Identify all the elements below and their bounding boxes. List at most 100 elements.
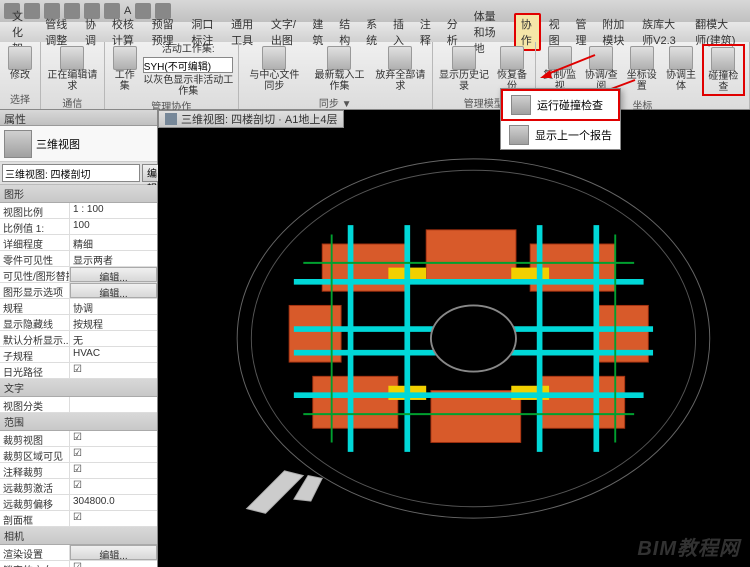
props-section-header[interactable]: 图形 — [0, 185, 157, 203]
props-row[interactable]: 零件可见性显示两者 — [0, 251, 157, 267]
props-key: 显示隐藏线 — [0, 315, 70, 330]
model-svg — [188, 140, 740, 537]
props-row[interactable]: 锁定的方向 — [0, 561, 157, 567]
ribbon-btn-label: 正在编辑请求 — [47, 70, 98, 92]
props-row[interactable]: 远裁剪偏移304800.0 — [0, 495, 157, 511]
props-value[interactable]: 显示两者 — [70, 251, 157, 266]
props-row[interactable]: 可见性/图形替换编辑... — [0, 267, 157, 283]
props-value[interactable]: 无 — [70, 331, 157, 346]
ribbon-group-2: 工作集活动工作集:以灰色显示非活动工作集管理协作 — [105, 42, 239, 109]
props-key: 渲染设置 — [0, 545, 70, 560]
props-value[interactable] — [70, 479, 157, 494]
dropdown-show-report[interactable]: 显示上一个报告 — [501, 121, 620, 149]
props-value[interactable]: 编辑... — [70, 545, 157, 560]
props-value[interactable] — [70, 463, 157, 478]
dropdown-run-collision[interactable]: 运行碰撞检查 — [501, 89, 620, 121]
props-row[interactable]: 裁剪视图 — [0, 431, 157, 447]
ribbon-icon-3-1 — [327, 46, 351, 70]
dropdown-label: 运行碰撞检查 — [537, 97, 603, 113]
props-section-header[interactable]: 范围 — [0, 413, 157, 431]
properties-list[interactable]: 图形视图比例1 : 100比例值 1:100详细程度精细零件可见性显示两者可见性… — [0, 185, 157, 567]
gray-inactive[interactable]: 以灰色显示非活动工作集 — [143, 75, 234, 97]
ribbon-icon-3-2 — [388, 46, 412, 70]
properties-type-selector[interactable]: 三维视图 — [0, 126, 157, 162]
props-section-header[interactable]: 相机 — [0, 527, 157, 545]
group-label: 同步 ▼ — [319, 94, 352, 111]
props-row[interactable]: 比例值 1:100 — [0, 219, 157, 235]
collision-run-icon — [511, 95, 531, 115]
props-value[interactable]: 编辑... — [70, 283, 157, 298]
type-label: 三维视图 — [36, 136, 80, 152]
instance-select[interactable] — [2, 164, 140, 182]
dropdown-label: 显示上一个报告 — [535, 127, 612, 143]
props-value[interactable]: 协调 — [70, 299, 157, 314]
props-row[interactable]: 显示隐藏线按规程 — [0, 315, 157, 331]
props-key: 比例值 1: — [0, 219, 70, 234]
ribbon-btn-4-0[interactable]: 显示历史记录 — [437, 44, 492, 94]
ribbon-icon-4-0 — [452, 46, 476, 70]
props-key: 视图比例 — [0, 203, 70, 218]
props-row[interactable]: 视图比例1 : 100 — [0, 203, 157, 219]
props-value[interactable] — [70, 397, 157, 412]
model-canvas[interactable] — [188, 140, 740, 537]
props-row[interactable]: 日光路径 — [0, 363, 157, 379]
collision-dropdown: 运行碰撞检查 显示上一个报告 — [500, 88, 621, 150]
props-key: 默认分析显示... — [0, 331, 70, 346]
collision-report-icon — [509, 125, 529, 145]
props-row[interactable]: 规程协调 — [0, 299, 157, 315]
props-row[interactable]: 远裁剪激活 — [0, 479, 157, 495]
group-label: 通信 — [62, 94, 82, 111]
props-row[interactable]: 视图分类 — [0, 397, 157, 413]
ribbon-icon-5-4 — [711, 47, 735, 71]
props-value[interactable]: 1 : 100 — [70, 203, 157, 218]
view-title-text: 三维视图: 四楼剖切 · A1地上4层 — [181, 111, 337, 127]
props-value[interactable] — [70, 511, 157, 526]
ribbon-btn-5-3[interactable]: 协调主体 — [662, 44, 699, 94]
ribbon-icon-5-3 — [669, 46, 693, 70]
props-key: 剖面框 — [0, 511, 70, 526]
props-key: 视图分类 — [0, 397, 70, 412]
active-workset-select[interactable] — [143, 57, 233, 73]
props-key: 零件可见性 — [0, 251, 70, 266]
props-row[interactable]: 子规程HVAC — [0, 347, 157, 363]
props-row[interactable]: 图形显示选项编辑... — [0, 283, 157, 299]
props-value[interactable]: 按规程 — [70, 315, 157, 330]
ribbon-btn-0-0[interactable]: 修改 — [4, 44, 36, 83]
props-key: 可见性/图形替换 — [0, 267, 70, 282]
props-row[interactable]: 裁剪区域可见 — [0, 447, 157, 463]
props-row[interactable]: 详细程度精细 — [0, 235, 157, 251]
props-section-header[interactable]: 文字 — [0, 379, 157, 397]
props-value[interactable] — [70, 363, 157, 378]
props-key: 日光路径 — [0, 363, 70, 378]
ribbon-icon-4-1 — [500, 46, 524, 70]
props-row[interactable]: 默认分析显示...无 — [0, 331, 157, 347]
ribbon-btn-3-1[interactable]: 最新载入工作集 — [308, 44, 371, 94]
props-row[interactable]: 注释裁剪 — [0, 463, 157, 479]
props-key: 规程 — [0, 299, 70, 314]
props-row[interactable]: 渲染设置编辑... — [0, 545, 157, 561]
props-value[interactable] — [70, 431, 157, 446]
props-value[interactable]: HVAC — [70, 347, 157, 362]
props-key: 裁剪视图 — [0, 431, 70, 446]
ribbon-btn-1-0[interactable]: 正在编辑请求 — [45, 44, 100, 94]
viewport[interactable]: 三维视图: 四楼剖切 · A1地上4层 — [158, 110, 750, 567]
ribbon-btn-3-2[interactable]: 放弃全部请求 — [373, 44, 428, 94]
ribbon-btn-label: 与中心文件同步 — [245, 70, 304, 92]
watermark: BIM教程网 — [637, 532, 740, 561]
ribbon-group-0: 修改选择 — [0, 42, 41, 109]
props-key: 锁定的方向 — [0, 561, 70, 567]
ribbon-tabs: 文化架管线调整协调校核计算预留预埋洞口标注通用工具文字/出图建筑结构系统插入注释… — [0, 22, 750, 42]
workset-button[interactable]: 工作集 — [109, 44, 141, 94]
props-value[interactable]: 100 — [70, 219, 157, 234]
ribbon-btn-5-4[interactable]: 碰撞检查 — [702, 44, 745, 96]
ribbon-btn-3-0[interactable]: 与中心文件同步 — [243, 44, 306, 94]
properties-title: 属性 — [0, 110, 157, 126]
props-value[interactable]: 304800.0 — [70, 495, 157, 510]
group-label: 管理模型 — [464, 94, 504, 111]
props-value[interactable] — [70, 447, 157, 462]
props-value[interactable] — [70, 561, 157, 567]
ribbon-btn-4-1[interactable]: 恢复备份 — [493, 44, 531, 94]
props-value[interactable]: 编辑... — [70, 267, 157, 282]
props-value[interactable]: 精细 — [70, 235, 157, 250]
props-row[interactable]: 剖面框 — [0, 511, 157, 527]
